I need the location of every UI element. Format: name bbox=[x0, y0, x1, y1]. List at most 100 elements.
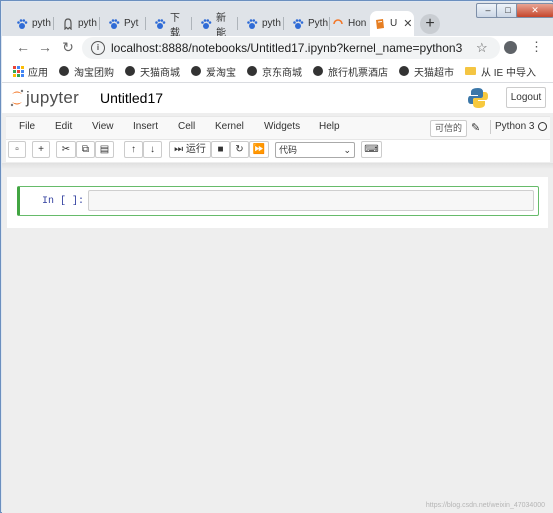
paw-icon bbox=[155, 18, 166, 29]
bookmark-label: 天猫商城 bbox=[140, 67, 180, 79]
paw-icon bbox=[293, 18, 304, 29]
tab-8-active[interactable]: U ✕ bbox=[370, 11, 414, 36]
bookmark-label: 旅行机票酒店 bbox=[328, 67, 388, 79]
new-tab-button[interactable]: + bbox=[420, 14, 440, 34]
bookmark-label: 从 IE 中导入 bbox=[481, 67, 537, 79]
run-all-button[interactable]: ⏩ bbox=[249, 141, 269, 158]
tab-label: U bbox=[390, 18, 398, 29]
jupyter-spinner-icon bbox=[333, 18, 343, 24]
menu-bar: File Edit View Insert Cell Kernel Widget… bbox=[6, 116, 550, 140]
globe-icon bbox=[125, 66, 135, 76]
bookmark-item[interactable]: 天猫超市 bbox=[399, 64, 454, 79]
tab-4[interactable]: 新能 bbox=[196, 11, 238, 39]
restart-button[interactable]: ↻ bbox=[230, 141, 249, 158]
copy-button[interactable]: ⧉ bbox=[76, 141, 95, 158]
cell-type-select[interactable]: 代码 ⌄ bbox=[275, 142, 355, 158]
reload-icon[interactable]: ↻ bbox=[59, 38, 77, 56]
bookmark-label: 京东商城 bbox=[262, 67, 302, 79]
info-icon[interactable]: i bbox=[91, 41, 105, 55]
menu-insert[interactable]: Insert bbox=[133, 121, 158, 132]
forward-arrow-icon[interactable]: → bbox=[36, 38, 54, 56]
apps-grid-icon bbox=[13, 66, 24, 77]
copy-icon: ⧉ bbox=[81, 144, 90, 155]
close-window-button[interactable]: ✕ bbox=[516, 3, 553, 18]
bookmark-folder[interactable]: 从 IE 中导入 bbox=[465, 64, 536, 79]
globe-icon bbox=[59, 66, 69, 76]
save-button[interactable]: ▫ bbox=[8, 141, 26, 158]
command-palette-button[interactable]: ⌨ bbox=[361, 141, 382, 158]
globe-icon bbox=[313, 66, 323, 76]
bookmark-item[interactable]: 淘宝团购 bbox=[59, 64, 114, 79]
bookmarks-bar: 应用 淘宝团购 天猫商城 爱淘宝 京东商城 旅行机票酒店 天猫超市 从 IE 中… bbox=[2, 60, 553, 83]
menu-file[interactable]: File bbox=[19, 121, 35, 132]
tab-3[interactable]: 下载 bbox=[150, 11, 192, 39]
move-up-button[interactable]: ↑ bbox=[124, 141, 143, 158]
header-shadow bbox=[2, 163, 553, 169]
move-down-button[interactable]: ↓ bbox=[143, 141, 162, 158]
tab-label: pyth bbox=[262, 18, 281, 29]
jupyter-logo[interactable]: jupyter bbox=[10, 88, 79, 108]
bookmark-apps[interactable]: 应用 bbox=[13, 64, 48, 79]
bookmark-item[interactable]: 京东商城 bbox=[247, 64, 302, 79]
cut-button[interactable]: ✂ bbox=[56, 141, 76, 158]
jupyter-header: jupyter Untitled17 Logout bbox=[2, 83, 553, 113]
account-avatar-icon[interactable] bbox=[504, 41, 517, 54]
chevron-down-icon: ⌄ bbox=[343, 145, 351, 155]
cell-prompt: In [ ]: bbox=[42, 196, 85, 207]
tab-6[interactable]: Pyth bbox=[288, 11, 330, 36]
tab-2[interactable]: Pyt bbox=[104, 11, 146, 36]
menu-widgets[interactable]: Widgets bbox=[264, 121, 300, 132]
globe-icon bbox=[191, 66, 201, 76]
cell-type-value: 代码 bbox=[279, 145, 298, 155]
notebook-toolbar: ▫ + ✂ ⧉ ▤ ↑ ↓ ⏭ 运行 ■ ↻ ⏩ 代码 ⌄ ⌨ bbox=[6, 140, 550, 162]
menu-help[interactable]: Help bbox=[319, 121, 340, 132]
tab-0[interactable]: pyth bbox=[12, 11, 54, 36]
tab-label: pyth bbox=[78, 18, 97, 29]
address-bar[interactable]: i localhost:8888/notebooks/Untitled17.ip… bbox=[82, 37, 500, 59]
tab-1[interactable]: pyth bbox=[58, 11, 100, 36]
kernel-name[interactable]: Python 3 bbox=[490, 120, 534, 134]
bookmark-item[interactable]: 天猫商城 bbox=[125, 64, 180, 79]
menu-view[interactable]: View bbox=[92, 121, 114, 132]
notebook-container: In [ ]: bbox=[7, 177, 548, 228]
insert-cell-button[interactable]: + bbox=[32, 141, 50, 158]
plus-icon: + bbox=[38, 144, 44, 155]
browser-window: pyth pyth Pyt 下载 新能 pyth Pyth Hon U ✕ + … bbox=[0, 0, 553, 513]
notebook-name[interactable]: Untitled17 bbox=[100, 90, 163, 106]
run-label: 运行 bbox=[185, 144, 206, 155]
code-cell[interactable]: In [ ]: bbox=[17, 186, 539, 216]
tab-label: Pyt bbox=[124, 18, 139, 29]
menu-kernel[interactable]: Kernel bbox=[215, 121, 244, 132]
edit-pencil-icon[interactable]: ✎ bbox=[471, 121, 480, 134]
jupyter-logo-icon bbox=[10, 89, 24, 107]
bookmark-star-icon[interactable]: ☆ bbox=[476, 40, 488, 56]
step-forward-icon: ⏭ bbox=[174, 144, 184, 155]
tab-7[interactable]: Hon bbox=[328, 11, 370, 36]
trusted-badge[interactable]: 可信的 bbox=[430, 120, 468, 137]
logout-button[interactable]: Logout bbox=[506, 87, 546, 108]
tab-label: Hon bbox=[348, 18, 367, 29]
jupyter-logo-text: jupyter bbox=[26, 88, 80, 107]
run-button[interactable]: ⏭ 运行 bbox=[169, 141, 211, 158]
menu-cell[interactable]: Cell bbox=[178, 121, 195, 132]
save-icon: ▫ bbox=[15, 144, 19, 155]
close-tab-icon[interactable]: ✕ bbox=[403, 17, 412, 30]
menu-kebab-icon[interactable]: ⋮ bbox=[530, 40, 543, 54]
python-logo-icon bbox=[468, 88, 488, 108]
code-input[interactable] bbox=[88, 190, 534, 211]
back-arrow-icon[interactable]: ← bbox=[14, 38, 32, 56]
paste-button[interactable]: ▤ bbox=[95, 141, 114, 158]
jupyter-page: jupyter Untitled17 Logout File Edit View… bbox=[2, 83, 553, 513]
bookmark-item[interactable]: 爱淘宝 bbox=[191, 64, 236, 79]
folder-icon bbox=[465, 67, 476, 75]
bookmark-label: 应用 bbox=[28, 67, 48, 79]
tab-5[interactable]: pyth bbox=[242, 11, 284, 36]
interrupt-button[interactable]: ■ bbox=[211, 141, 230, 158]
bookmark-item[interactable]: 旅行机票酒店 bbox=[313, 64, 388, 79]
arrow-up-icon: ↑ bbox=[131, 144, 136, 155]
tab-strip: pyth pyth Pyt 下载 新能 pyth Pyth Hon U ✕ + … bbox=[2, 2, 553, 39]
menu-edit[interactable]: Edit bbox=[55, 121, 72, 132]
paw-icon bbox=[247, 18, 258, 29]
watermark: https://blog.csdn.net/weixin_47034000 bbox=[425, 502, 545, 509]
arrow-down-icon: ↓ bbox=[150, 144, 155, 155]
